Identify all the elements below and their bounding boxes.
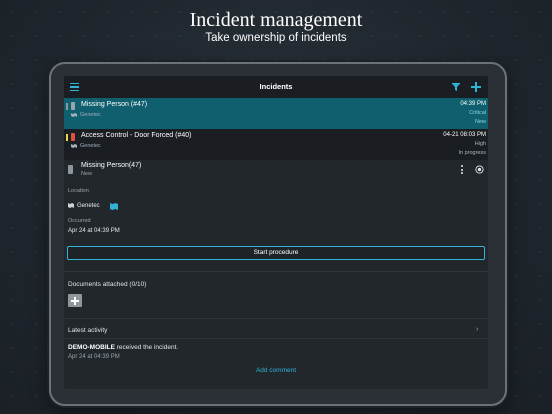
incident-source: Genetec bbox=[71, 112, 101, 118]
documents-attached-label: Documents attached (0/10) bbox=[68, 281, 147, 288]
person-icon bbox=[68, 165, 73, 174]
door-icon bbox=[71, 133, 75, 141]
incident-detail-panel: Missing Person(47) New Location Genetec … bbox=[64, 160, 488, 389]
incident-priority: Critical bbox=[469, 110, 486, 116]
incident-source-label: Genetec bbox=[80, 112, 101, 118]
detail-incident-name: Missing Person(47) bbox=[81, 162, 142, 169]
app-screen: Incidents Missing Person (#47) Genetec 0… bbox=[64, 76, 488, 389]
incident-time: 04-21 08:03 PM bbox=[443, 132, 486, 138]
page-title: Incidents bbox=[259, 82, 293, 91]
location-value-label: Genetec bbox=[77, 203, 100, 210]
incident-priority: High bbox=[474, 141, 486, 147]
incident-source: Genetec bbox=[71, 143, 101, 149]
target-icon[interactable] bbox=[475, 165, 484, 174]
person-icon bbox=[71, 102, 75, 110]
incident-row[interactable]: Access Control - Door Forced (#40) Genet… bbox=[64, 129, 488, 161]
activity-time: Apr 24 at 04:39 PM bbox=[68, 354, 120, 360]
map-icon bbox=[68, 203, 74, 208]
priority-stripe bbox=[66, 134, 68, 141]
top-bar: Incidents bbox=[64, 76, 488, 99]
incident-source-label: Genetec bbox=[80, 143, 101, 149]
plus-icon[interactable] bbox=[470, 81, 482, 93]
occurred-label: Occurred bbox=[68, 218, 91, 224]
divider bbox=[64, 271, 488, 272]
activity-user: DEMO-MOBILE bbox=[68, 344, 115, 351]
incident-time: 04:39 PM bbox=[460, 101, 486, 107]
promo-headline: Incident management bbox=[189, 9, 363, 31]
detail-incident-state: New bbox=[81, 171, 93, 177]
incident-state: New bbox=[474, 119, 486, 125]
more-options-icon[interactable] bbox=[461, 165, 464, 175]
incident-state: In progress bbox=[458, 150, 486, 156]
map-icon bbox=[71, 143, 77, 148]
incident-name: Access Control - Door Forced (#40) bbox=[81, 132, 192, 139]
location-value: Genetec bbox=[68, 203, 100, 209]
divider bbox=[64, 318, 488, 319]
promo-subline: Take ownership of incidents bbox=[205, 32, 347, 44]
activity-entry: DEMO-MOBILE received the incident. bbox=[68, 344, 178, 351]
map-pin-icon[interactable] bbox=[110, 203, 118, 210]
chevron-right-icon[interactable]: › bbox=[476, 326, 478, 333]
activity-text: received the incident. bbox=[114, 344, 179, 351]
start-procedure-button[interactable]: Start procedure bbox=[67, 246, 485, 260]
incident-row[interactable]: Missing Person (#47) Genetec 04:39 PM Cr… bbox=[64, 98, 488, 129]
incident-name: Missing Person (#47) bbox=[81, 101, 148, 108]
filter-icon[interactable] bbox=[451, 82, 461, 92]
map-icon bbox=[71, 112, 77, 117]
occurred-value: Apr 24 at 04:39 PM bbox=[68, 228, 120, 234]
divider bbox=[64, 338, 488, 339]
add-document-button[interactable] bbox=[68, 294, 82, 307]
location-label: Location bbox=[68, 188, 89, 194]
priority-stripe bbox=[66, 103, 68, 110]
latest-activity-label[interactable]: Latest activity bbox=[68, 327, 107, 334]
tablet-frame: Incidents Missing Person (#47) Genetec 0… bbox=[49, 62, 507, 406]
add-comment-link[interactable]: Add comment bbox=[64, 367, 488, 374]
